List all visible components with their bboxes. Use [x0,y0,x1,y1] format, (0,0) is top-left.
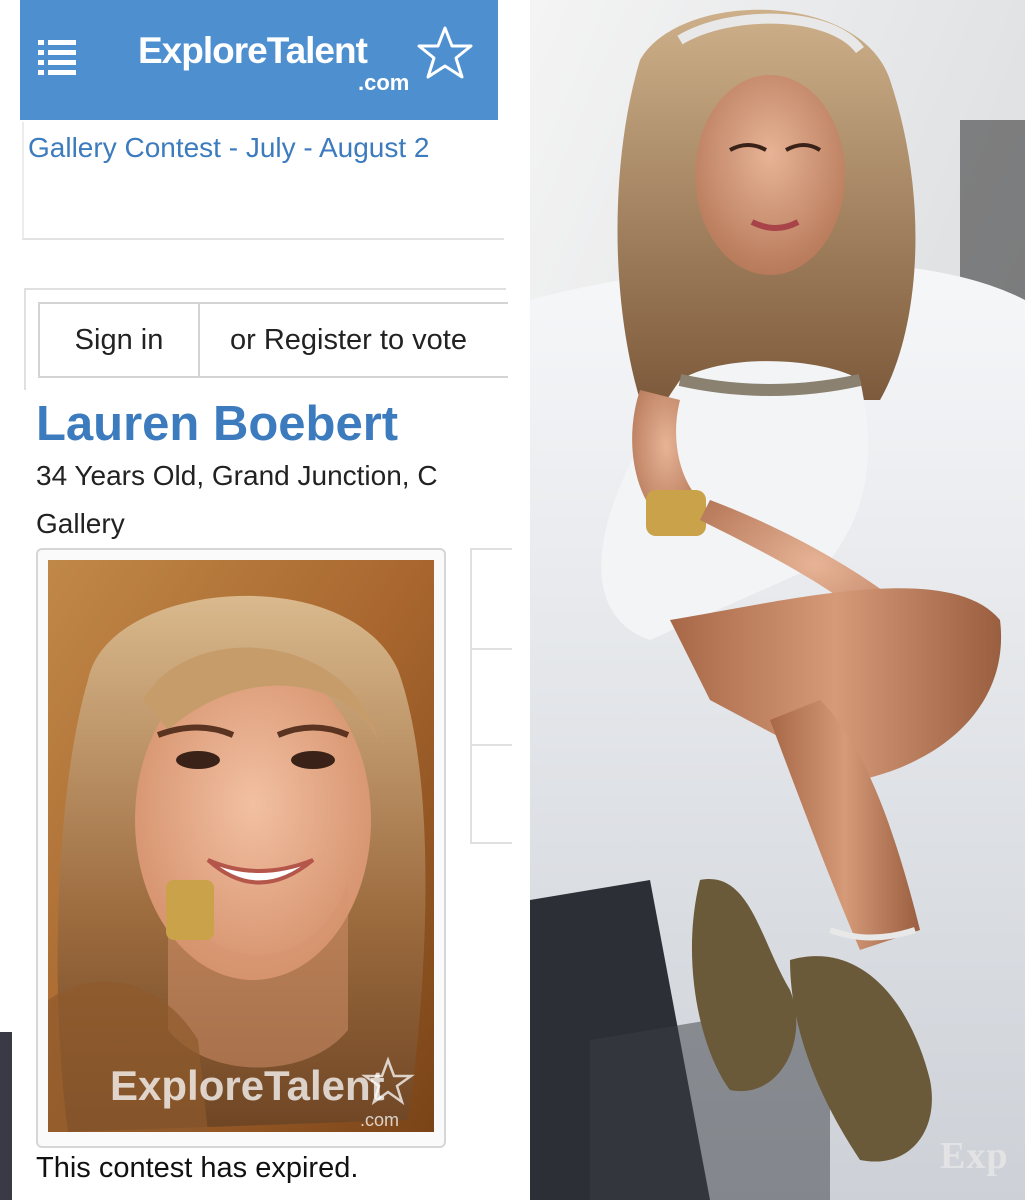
side-card [470,648,512,746]
edge-shadow [0,1032,12,1200]
contest-title-link[interactable]: Gallery Contest - July - August 2 [28,132,430,164]
profile-name-heading: Lauren Boebert [36,397,399,451]
photo-watermark-fragment: Exp [940,1135,1009,1177]
side-card [470,744,512,844]
site-logo[interactable]: ExploreTalent .com [138,26,478,100]
register-to-vote-button[interactable]: or Register to vote [198,302,508,378]
contest-title-box: Gallery Contest - July - August 2 [22,122,504,240]
gallery-label: Gallery [36,508,125,539]
contest-expired-text: This contest has expired. [36,1152,359,1184]
photo-watermark-suffix: .com [360,1110,399,1130]
logo-text: ExploreTalent [138,30,368,71]
logo-suffix: .com [358,70,410,95]
auth-button-row: Sign in or Register to vote [24,288,508,390]
menu-icon[interactable] [38,38,76,78]
profile-meta-text: 34 Years Old, Grand Junction, C [36,460,438,491]
left-web-page-panel: ExploreTalent .com Gallery Contest - Jul… [0,0,530,1200]
star-outline-icon [417,26,473,79]
site-header-bar: ExploreTalent .com [20,0,498,120]
seated-person-photo [530,0,1025,1200]
photo-watermark: ExploreTalent [110,1062,385,1109]
side-card [470,548,512,650]
sign-in-button[interactable]: Sign in [38,302,198,378]
gallery-photo-card[interactable]: ExploreTalent .com [36,548,446,1148]
profile-photo[interactable]: ExploreTalent .com [48,560,434,1132]
